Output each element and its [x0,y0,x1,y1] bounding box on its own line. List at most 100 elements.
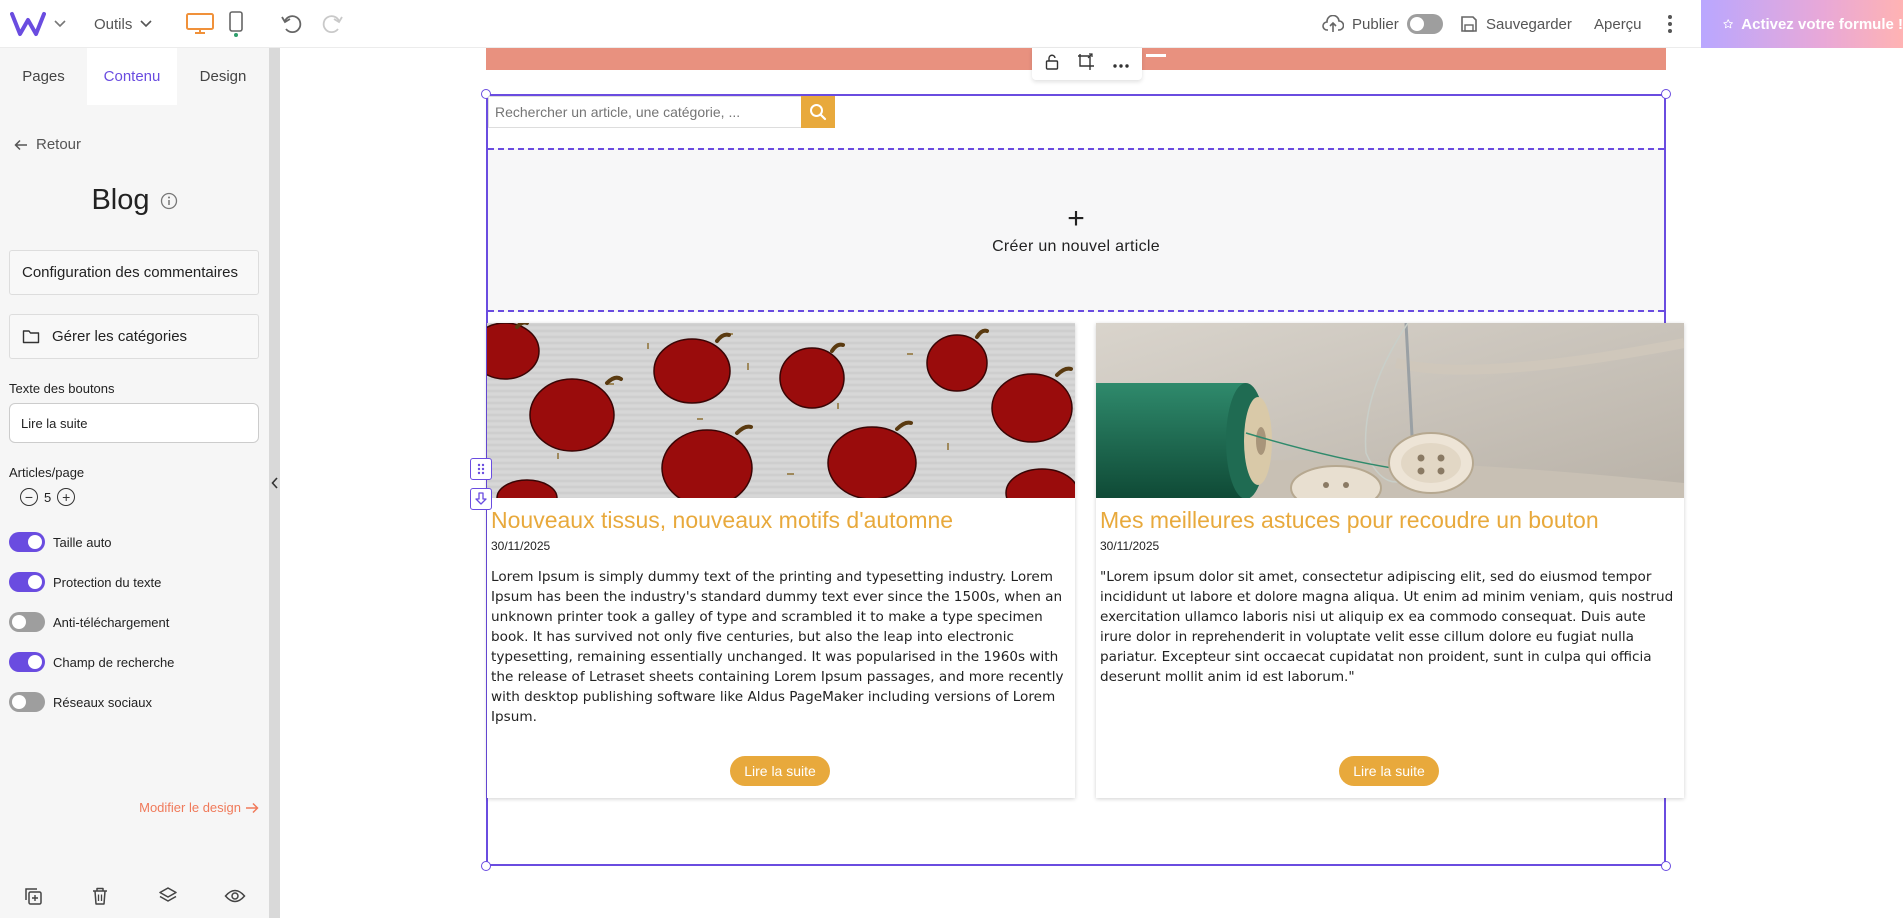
read-more-button[interactable]: Lire la suite [1339,756,1439,786]
minus-circle-icon[interactable]: − [20,488,38,506]
anti-telechargement-toggle[interactable] [9,612,45,632]
upgrade-button[interactable]: Activez votre formule ! [1701,0,1903,48]
toggle-row-anti-telechargement: Anti-téléchargement [9,612,169,632]
toggle-row-reseaux-sociaux: Réseaux sociaux [9,692,152,712]
move-down-icon[interactable] [470,488,492,510]
arrow-right-icon [246,802,259,813]
article-excerpt: "Lorem ipsum dolor sit amet, consectetur… [1100,569,1674,685]
save-button[interactable]: Sauvegarder [1460,12,1572,36]
back-link[interactable]: Retour [14,136,81,153]
comments-config-button[interactable]: Configuration des commentaires [9,250,259,295]
w-logo-icon[interactable] [10,10,46,38]
resize-handle-bottom-left[interactable] [481,861,491,871]
back-label: Retour [36,136,82,153]
collapse-sidebar-icon[interactable] [270,476,280,490]
editor-canvas: + Créer un nouvel article [280,48,1903,918]
search-icon [810,104,827,121]
articles-per-page-label: Articles/page [9,465,85,480]
toggle-label: Champ de recherche [53,654,175,670]
create-article-button[interactable]: + Créer un nouvel article [488,148,1664,312]
save-label: Sauvegarder [1486,15,1572,33]
button-text-label: Texte des boutons [9,381,115,396]
folder-icon [22,330,40,344]
toggle-label: Réseaux sociaux [53,694,152,710]
reseaux-sociaux-toggle[interactable] [9,692,45,712]
read-more-button[interactable]: Lire la suite [730,756,830,786]
redo-icon[interactable] [320,12,346,36]
toggle-label: Taille auto [53,534,112,550]
drag-handle-icon[interactable] [470,458,492,480]
preview-label: Aperçu [1594,15,1642,33]
resize-handle-top-right[interactable] [1661,89,1671,99]
create-article-label: Créer un nouvel article [992,238,1160,255]
sidebar-footer [0,884,269,918]
blog-search-input[interactable] [488,96,801,128]
block-toolbar [1032,48,1142,80]
article-image-thread[interactable] [1096,323,1684,498]
article-date: 30/11/2025 [1100,539,1160,553]
article-excerpt: Lorem Ipsum is simply dummy text of the … [491,569,1064,725]
modify-design-label: Modifier le design [139,800,241,815]
tab-design[interactable]: Design [177,48,269,105]
chevron-down-icon [140,20,152,28]
top-bar: Outils Publier Sauvegarder Aperçu Active… [0,0,1903,48]
star-icon [1723,19,1733,29]
info-icon[interactable] [160,192,178,210]
article-date: 30/11/2025 [491,539,551,553]
search-button[interactable] [801,96,835,128]
manage-categories-label: Gérer les catégories [52,328,188,345]
article-title[interactable]: Mes meilleures astuces pour recoudre un … [1100,507,1599,534]
article-card: Nouveaux tissus, nouveaux motifs d'autom… [487,323,1075,798]
undo-icon[interactable] [280,12,306,36]
toggle-label: Protection du texte [53,574,162,590]
upgrade-label: Activez votre formule ! [1741,15,1903,33]
panel-title: Blog [0,184,269,217]
plus-circle-icon[interactable]: + [57,488,76,506]
panel-title-text: Blog [91,184,150,216]
tools-menu[interactable]: Outils [94,12,152,36]
save-icon [1461,16,1477,32]
duplicate-icon[interactable] [21,884,45,908]
taille-auto-toggle[interactable] [9,532,45,552]
tools-label: Outils [94,15,133,33]
cloud-upload-icon [1322,15,1344,32]
preview-button[interactable]: Aperçu [1594,12,1642,36]
tab-contenu[interactable]: Contenu [87,48,177,105]
tab-pages[interactable]: Pages [0,48,87,105]
comments-config-label: Configuration des commentaires [22,264,238,281]
modify-design-link[interactable]: Modifier le design [139,800,259,815]
more-horizontal-icon[interactable] [1113,55,1129,73]
blog-search [488,96,835,128]
articles-per-page-stepper: − 5 + [20,488,76,506]
eye-icon[interactable] [223,884,247,908]
resize-icon[interactable] [1077,52,1095,76]
chevron-down-icon[interactable] [54,16,68,32]
more-menu-icon[interactable] [1662,12,1678,36]
article-title[interactable]: Nouveaux tissus, nouveaux motifs d'autom… [491,507,953,534]
manage-categories-button[interactable]: Gérer les catégories [9,314,259,359]
article-image-peppers[interactable] [487,323,1075,498]
layers-icon[interactable] [156,884,180,908]
articles-per-page-value: 5 [44,489,52,505]
plus-icon: + [1067,202,1085,235]
arrow-left-icon [14,139,27,150]
publish-toggle[interactable] [1406,14,1443,34]
collapse-section-icon[interactable] [1146,54,1166,57]
publish-label: Publier [1352,15,1399,33]
champ-recherche-toggle[interactable] [9,652,45,672]
unlock-icon[interactable] [1045,54,1059,75]
toggle-row-protection-texte: Protection du texte [9,572,161,592]
protection-texte-toggle[interactable] [9,572,45,592]
button-text-input[interactable] [9,403,259,443]
sidebar: Pages Contenu Design Retour Blog Configu… [0,48,269,918]
resize-handle-bottom-right[interactable] [1661,861,1671,871]
sidebar-tabs: Pages Contenu Design [0,48,269,105]
article-card: Mes meilleures astuces pour recoudre un … [1096,323,1684,798]
toggle-row-champ-recherche: Champ de recherche [9,652,174,672]
toggle-row-taille-auto: Taille auto [9,532,112,552]
desktop-view-icon[interactable] [185,12,215,36]
mobile-view-icon[interactable] [228,11,244,37]
publish-control[interactable]: Publier [1322,12,1443,36]
toggle-label: Anti-téléchargement [53,614,170,630]
trash-icon[interactable] [88,884,112,908]
